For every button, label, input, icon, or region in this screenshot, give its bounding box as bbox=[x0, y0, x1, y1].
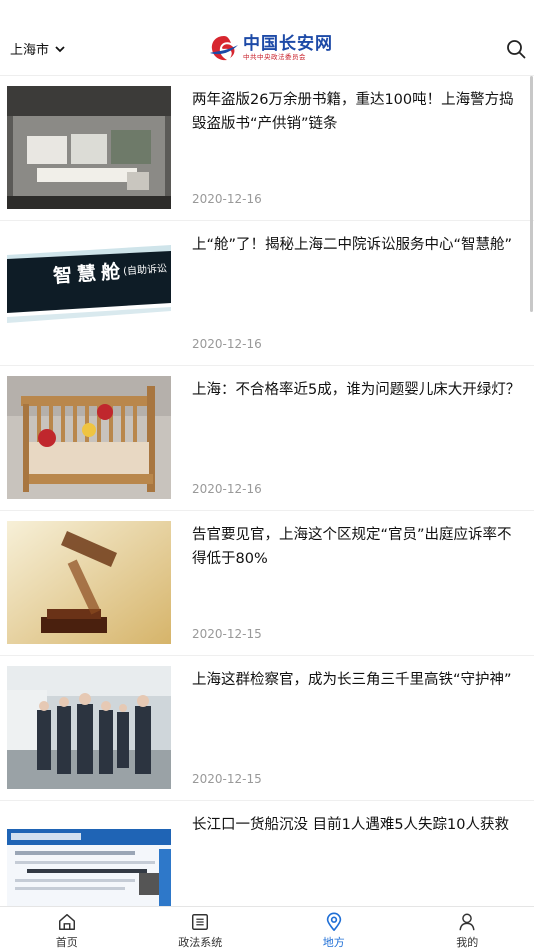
list-icon bbox=[192, 914, 209, 930]
news-date: 2020-12-16 bbox=[192, 192, 262, 206]
logo-emblem-icon bbox=[210, 36, 238, 61]
site-logo: 中国长安网 中共中央政法委员会 bbox=[208, 33, 333, 63]
news-title[interactable]: 上海这群检察官，成为长三角三千里高铁“守护神” bbox=[192, 668, 526, 692]
news-item[interactable]: 上海这群检察官，成为长三角三千里高铁“守护神” 2020-12-15 bbox=[0, 656, 534, 801]
news-thumbnail: 智慧舱 (自助诉讼 bbox=[7, 231, 171, 354]
thumbnail-sign-text: 智慧舱 bbox=[52, 260, 126, 288]
tab-mine[interactable]: 我的 bbox=[401, 907, 534, 950]
news-title[interactable]: 上“舱”了！揭秘上海二中院诉讼服务中心“智慧舱” bbox=[192, 233, 526, 257]
news-thumbnail bbox=[7, 86, 171, 209]
news-title[interactable]: 上海：不合格率近5成，谁为问题婴儿床大开绿灯？ bbox=[192, 378, 526, 402]
logo-title: 中国长安网 bbox=[243, 33, 333, 54]
chevron-down-icon bbox=[55, 45, 65, 52]
news-item[interactable]: 智慧舱 (自助诉讼 上“舱”了！揭秘上海二中院诉讼服务中心“智慧舱” 2020-… bbox=[0, 221, 534, 366]
home-icon bbox=[58, 914, 75, 930]
news-title[interactable]: 两年盗版26万余册书籍，重达100吨！上海警方捣毁盗版书“产供销”链条 bbox=[192, 88, 526, 136]
tab-label: 首页 bbox=[55, 936, 78, 949]
city-selector[interactable]: 上海市 bbox=[10, 39, 66, 58]
tab-legal-system[interactable]: 政法系统 bbox=[134, 907, 268, 950]
news-thumbnail bbox=[7, 666, 171, 789]
news-item[interactable]: 上海：不合格率近5成，谁为问题婴儿床大开绿灯？ 2020-12-16 bbox=[0, 366, 534, 511]
city-label: 上海市 bbox=[10, 43, 50, 58]
tab-local[interactable]: 地方 bbox=[267, 907, 401, 950]
news-date: 2020-12-16 bbox=[192, 482, 262, 496]
news-date: 2020-12-15 bbox=[192, 772, 262, 786]
news-thumbnail bbox=[7, 376, 171, 499]
news-thumbnail bbox=[7, 829, 171, 906]
news-title[interactable]: 长江口一货船沉没 目前1人遇难5人失踪10人获救 bbox=[192, 813, 526, 837]
top-header: 上海市 中国长安网 中共中央政法委员会 bbox=[0, 0, 534, 76]
news-item[interactable]: 告官要见官，上海这个区规定“官员”出庭应诉率不得低于80% 2020-12-15 bbox=[0, 511, 534, 656]
tab-label: 我的 bbox=[456, 936, 479, 949]
location-pin-icon bbox=[326, 912, 341, 931]
tab-label: 政法系统 bbox=[178, 936, 223, 949]
tab-home[interactable]: 首页 bbox=[0, 907, 134, 950]
thumbnail-sign-subtext: (自助诉讼 bbox=[122, 263, 168, 278]
news-list[interactable]: 两年盗版26万余册书籍，重达100吨！上海警方捣毁盗版书“产供销”链条 2020… bbox=[0, 76, 534, 906]
news-date: 2020-12-15 bbox=[192, 627, 262, 641]
news-title[interactable]: 告官要见官，上海这个区规定“官员”出庭应诉率不得低于80% bbox=[192, 523, 526, 571]
search-icon[interactable] bbox=[506, 39, 526, 59]
logo-subtitle: 中共中央政法委员会 bbox=[243, 52, 306, 61]
news-item[interactable]: 长江口一货船沉没 目前1人遇难5人失踪10人获救 bbox=[0, 801, 534, 906]
news-thumbnail bbox=[7, 521, 171, 644]
tab-label: 地方 bbox=[322, 936, 345, 949]
news-date: 2020-12-16 bbox=[192, 337, 262, 351]
user-icon bbox=[459, 913, 475, 931]
news-item[interactable]: 两年盗版26万余册书籍，重达100吨！上海警方捣毁盗版书“产供销”链条 2020… bbox=[0, 76, 534, 312]
bottom-tab-bar: 首页 政法系统 地方 我的 bbox=[0, 906, 534, 950]
